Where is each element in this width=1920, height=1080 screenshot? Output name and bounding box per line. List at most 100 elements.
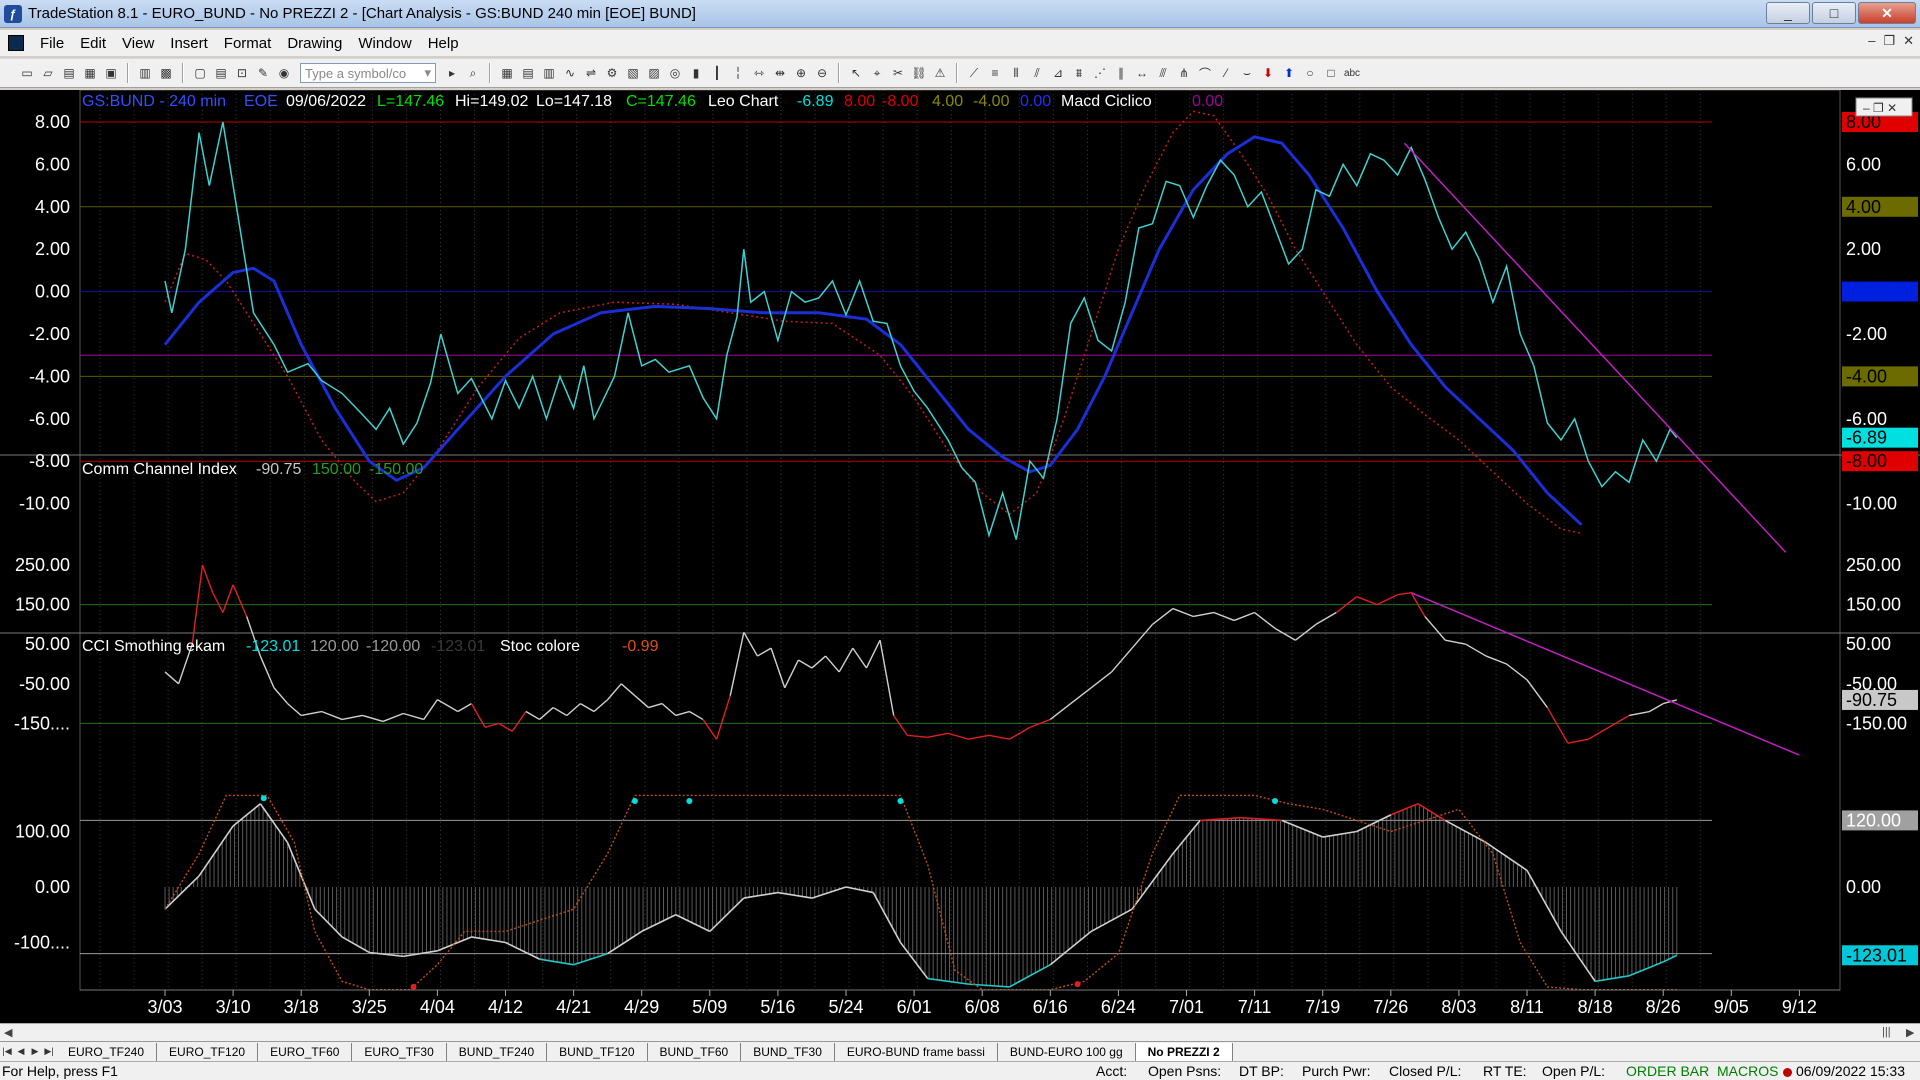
print-icon[interactable]: ▩ [157,64,175,82]
print-preview-icon[interactable]: ▥ [136,64,154,82]
menu-edit[interactable]: Edit [72,35,114,52]
chart-analysis[interactable]: 8.00 8.00 6.00 6.00 4.00 4.00 2.00 2.00 0.00 0.00… [0,90,1920,1023]
tab-next-icon[interactable]: ▶ [28,1046,42,1057]
menu-insert[interactable]: Insert [162,35,216,52]
scroll-right-icon[interactable]: ▶ [1906,1026,1914,1039]
vertical-line-icon[interactable]: ⦀ [1007,64,1025,82]
alert-icon[interactable]: ⚠ [931,64,949,82]
draw-icon[interactable]: ✎ [254,64,272,82]
indicator-icon[interactable]: ∿ [561,64,579,82]
zoom-in-icon[interactable]: ⊕ [792,64,810,82]
tradestation-icon[interactable]: ƒ [4,4,22,23]
open-workspace-icon[interactable]: ▤ [60,64,78,82]
style-icon[interactable]: ▧ [624,64,642,82]
tab-bund-euro-100-gg[interactable]: BUND-EURO 100 gg [998,1042,1136,1061]
symbol-input[interactable]: Type a symbol/co ▾ [300,63,436,83]
arrow-up-icon[interactable]: ⬆ [1280,64,1298,82]
mdi-minimize-icon[interactable]: – [1868,33,1875,49]
save-icon[interactable]: ▣ [102,64,120,82]
tab-bund-tf30[interactable]: BUND_TF30 [741,1042,835,1061]
bar-spacing-decrease-icon[interactable]: ⇹ [771,64,789,82]
tab-euro-tf240[interactable]: EURO_TF240 [56,1042,158,1061]
lock-icon[interactable]: ⊡ [233,64,251,82]
chart-canvas[interactable]: 8.00 8.00 6.00 6.00 4.00 4.00 2.00 2.00 0.00 0.00… [0,90,1920,1023]
strategy-icon[interactable]: ⚙ [603,64,621,82]
scroll-thumb-icon[interactable]: ||| [1882,1026,1891,1038]
play-icon[interactable]: ▸ [443,64,461,82]
link-icon[interactable]: ⛓ [910,64,928,82]
candle-icon[interactable]: ▮ [687,64,705,82]
rectangle-icon[interactable]: □ [1322,64,1340,82]
tab-no-prezzi-2[interactable]: No PREZZI 2 [1135,1042,1233,1061]
maximize-button[interactable]: □ [1812,2,1856,24]
arrow-down-icon[interactable]: ⬇ [1259,64,1277,82]
regression-icon[interactable]: ∥ [1112,64,1130,82]
window-list-icon[interactable]: ▤ [212,64,230,82]
layout-icon[interactable]: ▤ [519,64,537,82]
tab-last-icon[interactable]: ▶| [42,1046,56,1057]
menu-view[interactable]: View [114,35,162,52]
tab-bund-tf60[interactable]: BUND_TF60 [648,1042,742,1061]
close-workspace-icon[interactable]: ▦ [81,64,99,82]
tab-euro-tf120[interactable]: EURO_TF120 [157,1042,259,1061]
tab-euro-tf30[interactable]: EURO_TF30 [352,1042,447,1061]
table-icon[interactable]: ▥ [540,64,558,82]
close-button[interactable]: ✕ [1858,2,1916,24]
andrews-pitchfork-icon[interactable]: ⋔ [1175,64,1193,82]
cci-segment [893,715,908,736]
bar-spacing-icon[interactable]: ⇿ [750,64,768,82]
chart-window-icon[interactable] [8,35,24,51]
mdi-restore-icon[interactable]: ❐ [1883,33,1895,49]
horizontal-line-icon[interactable]: ≡ [986,64,1004,82]
format-icon[interactable]: ▦ [498,64,516,82]
cci-segment [648,702,663,709]
data-window-icon[interactable]: ▨ [645,64,663,82]
text-icon[interactable]: abc [1343,64,1361,82]
minimize-button[interactable]: _ [1766,2,1810,24]
bar-chart-icon[interactable]: ┃ [708,64,726,82]
chart-horizontal-scrollbar[interactable]: ◀ ||| ▶ [0,1023,1920,1041]
menu-window[interactable]: Window [350,35,419,52]
brush-icon[interactable]: ⁄ [1217,64,1235,82]
curve-icon[interactable]: ⌣ [1238,64,1256,82]
mdi-close-icon[interactable]: ✕ [1903,33,1914,49]
tab-euro-tf60[interactable]: EURO_TF60 [258,1042,353,1061]
arc-icon[interactable]: ⌒ [1196,64,1214,82]
menu-help[interactable]: Help [420,35,467,52]
symbol-lookup-icon[interactable]: ⌕ [464,64,482,82]
tab-prev-icon[interactable]: ◀ [14,1046,28,1057]
speed-lines-icon[interactable]: ⋰ [1091,64,1109,82]
menu-file[interactable]: File [32,35,72,52]
tab-first-icon[interactable]: |◀ [0,1046,14,1057]
open-icon[interactable]: ▱ [39,64,57,82]
trendline-icon[interactable]: ⟋ [965,64,983,82]
radar-icon[interactable]: ◎ [666,64,684,82]
chevron-down-icon[interactable]: ▾ [424,65,431,81]
fibonacci-icon[interactable]: ⩩ [1070,64,1088,82]
y-tick-label: 6.00 [35,154,70,174]
zoom-out-icon[interactable]: ⊖ [813,64,831,82]
signal-icon[interactable]: ⇌ [582,64,600,82]
parallel-lines-icon[interactable]: ⫻ [1154,64,1172,82]
arrow-left-right-icon[interactable]: ↔ [1133,64,1151,82]
status-macros[interactable]: MACROS [1717,1063,1778,1079]
tab-bund-tf240[interactable]: BUND_TF240 [447,1042,548,1061]
status-order-bar[interactable]: ORDER BAR [1626,1063,1709,1079]
tab-bund-tf120[interactable]: BUND_TF120 [547,1042,648,1061]
new-icon[interactable]: ▭ [18,64,36,82]
menu-drawing[interactable]: Drawing [279,35,350,52]
menu-format[interactable]: Format [216,35,280,52]
channel-icon[interactable]: ⫽ [1028,64,1046,82]
scroll-left-icon[interactable]: ◀ [4,1026,12,1039]
line-chart-icon[interactable]: ╎ [729,64,747,82]
globe-icon[interactable]: ◉ [275,64,293,82]
window-icon[interactable]: ▢ [191,64,209,82]
pointer-data-icon[interactable]: ⌖ [868,64,886,82]
tab-euro-bund-frame-bassi[interactable]: EURO-BUND frame bassi [835,1042,998,1061]
ellipse-icon[interactable]: ○ [1301,64,1319,82]
tools-icon[interactable]: ✂ [889,64,907,82]
cci-segment [1111,647,1133,673]
toolbar-separator [838,63,840,83]
pointer-icon[interactable]: ↖ [847,64,865,82]
gann-fan-icon[interactable]: ⊿ [1049,64,1067,82]
